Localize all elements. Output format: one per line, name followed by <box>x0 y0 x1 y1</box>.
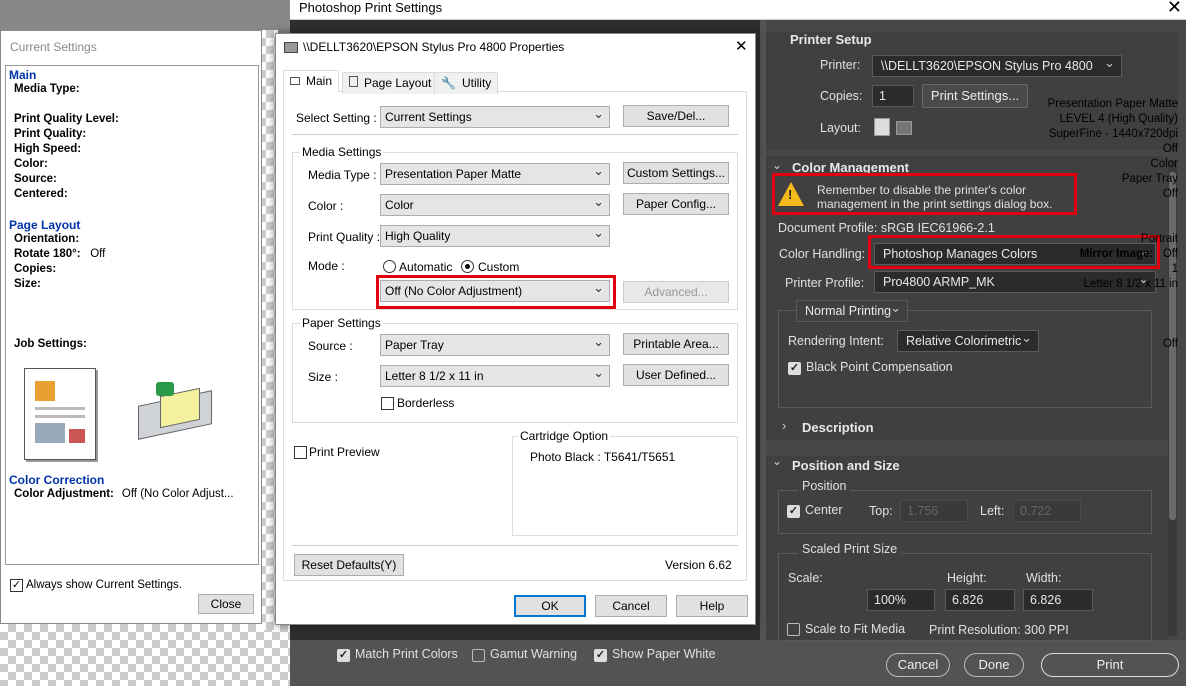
borderless-checkbox[interactable] <box>381 397 394 410</box>
reset-defaults-button[interactable]: Reset Defaults(Y) <box>294 554 404 576</box>
source-label: Source : <box>308 339 353 353</box>
print-resolution: Print Resolution: 300 PPI <box>929 623 1069 637</box>
scale-label: Scale: <box>788 571 823 585</box>
top-label: Top: <box>869 504 893 518</box>
scale-input[interactable]: 100% <box>867 589 935 611</box>
color-combo[interactable]: Color <box>380 194 610 216</box>
size-combo[interactable]: Letter 8 1/2 x 11 in <box>380 365 610 387</box>
mode-label: Mode : <box>308 259 345 273</box>
printable-area-button[interactable]: Printable Area... <box>623 333 729 355</box>
user-defined-button[interactable]: User Defined... <box>623 364 729 386</box>
paper-settings-title: Paper Settings <box>300 316 383 330</box>
match-print-colors-label: Match Print Colors <box>355 647 458 661</box>
save-del-button[interactable]: Save/Del... <box>623 105 729 127</box>
epson-window-title: \\DELLT3620\EPSON Stylus Pro 4800 Proper… <box>303 40 565 54</box>
printer-setup-heading: Printer Setup <box>790 32 872 47</box>
cartridge-value: Photo Black : T5641/T5651 <box>530 450 676 464</box>
printer-select[interactable]: \\DELLT3620\EPSON Stylus Pro 4800 <box>872 55 1122 77</box>
always-show-checkbox[interactable]: ✓ <box>10 579 23 592</box>
select-setting-label: Select Setting : <box>296 111 377 125</box>
current-settings-title: Current Settings <box>10 40 97 54</box>
print-quality-label: Print Quality : <box>308 230 381 244</box>
advanced-button[interactable]: Advanced... <box>623 281 729 303</box>
cancel-button[interactable]: Cancel <box>595 595 667 617</box>
gamut-warning-label: Gamut Warning <box>490 647 578 661</box>
ps-cancel-button[interactable]: Cancel <box>886 653 950 677</box>
position-size-heading[interactable]: Position and Size <box>792 458 900 473</box>
size-label: Size : <box>308 370 339 384</box>
paper-config-button[interactable]: Paper Config... <box>623 193 729 215</box>
chevron-down-icon[interactable]: ⌄ <box>772 454 782 468</box>
media-type-combo[interactable]: Presentation Paper Matte <box>380 163 610 185</box>
cartridge-option-title: Cartridge Option <box>518 429 611 443</box>
printer-icon <box>284 42 298 53</box>
left-input[interactable]: 0.722 <box>1013 500 1081 522</box>
divider <box>292 134 738 135</box>
height-input[interactable]: 6.826 <box>945 589 1015 611</box>
page-layout-heading: Page Layout <box>9 218 81 232</box>
tab-utility[interactable]: 🔧 Utility <box>434 72 499 94</box>
main-tab-icon <box>290 77 300 85</box>
automatic-radio[interactable] <box>383 260 396 273</box>
description-heading[interactable]: Description <box>802 420 874 435</box>
borderless-label: Borderless <box>397 396 455 410</box>
color-correction-heading: Color Correction <box>9 473 105 487</box>
wrench-icon: 🔧 <box>441 76 456 90</box>
divider <box>292 545 738 546</box>
automatic-label: Automatic <box>399 260 453 274</box>
custom-settings-button[interactable]: Custom Settings... <box>623 162 729 184</box>
bpc-checkbox[interactable]: ✓ <box>788 362 801 375</box>
media-settings-title: Media Settings <box>300 145 384 159</box>
normal-printing-select[interactable]: Normal Printing <box>796 300 908 322</box>
printer-label: Printer: <box>820 58 861 72</box>
version-label: Version 6.62 <box>665 558 732 572</box>
custom-radio[interactable] <box>461 260 474 273</box>
top-input[interactable]: 1.756 <box>900 500 968 522</box>
print-preview-checkbox[interactable] <box>294 446 307 459</box>
photoshop-titlebar: Photoshop Print Settings ✕ <box>290 0 1186 20</box>
scale-to-fit-checkbox[interactable] <box>787 623 800 636</box>
left-label: Left: <box>980 504 1005 518</box>
custom-label: Custom <box>478 260 520 274</box>
ok-button[interactable]: OK <box>514 595 586 617</box>
select-setting-combo[interactable]: Current Settings <box>380 106 610 128</box>
bpc-label: Black Point Compensation <box>806 360 953 374</box>
match-print-colors-checkbox[interactable]: ✓ <box>337 649 350 662</box>
height-label: Height: <box>947 571 987 585</box>
media-type-label: Media Type : <box>308 168 377 182</box>
scale-to-fit-label: Scale to Fit Media <box>805 622 906 636</box>
show-paper-white-label: Show Paper White <box>612 647 716 661</box>
center-label: Center <box>805 503 843 517</box>
tab-page-layout[interactable]: Page Layout <box>342 72 439 94</box>
width-label: Width: <box>1026 571 1062 585</box>
mode-highlight <box>376 275 616 309</box>
rendering-box <box>778 310 1152 408</box>
print-quality-combo[interactable]: High Quality <box>380 225 610 247</box>
center-checkbox[interactable]: ✓ <box>787 505 800 518</box>
scaled-size-label: Scaled Print Size <box>798 542 902 556</box>
printer-illustration <box>134 378 216 450</box>
print-preview-label: Print Preview <box>309 445 380 459</box>
photoshop-title: Photoshop Print Settings <box>299 0 443 15</box>
width-input[interactable]: 6.826 <box>1023 589 1093 611</box>
tab-main[interactable]: Main <box>283 70 340 92</box>
color-label: Color : <box>308 199 344 213</box>
close-button[interactable]: Close <box>198 594 254 614</box>
close-icon[interactable]: ✕ <box>1167 0 1182 18</box>
main-heading: Main <box>9 68 37 82</box>
help-button[interactable]: Help <box>676 595 748 617</box>
ps-done-button[interactable]: Done <box>964 653 1024 677</box>
document-thumbnail <box>24 368 96 460</box>
gamut-warning-checkbox[interactable] <box>472 649 485 662</box>
chevron-right-icon[interactable]: › <box>782 418 786 433</box>
show-paper-white-checkbox[interactable]: ✓ <box>594 649 607 662</box>
page-layout-tab-icon <box>349 76 358 87</box>
always-show-label: Always show Current Settings. <box>26 579 182 591</box>
close-icon[interactable]: ✕ <box>735 37 748 55</box>
ps-print-button[interactable]: Print <box>1041 653 1179 677</box>
source-combo[interactable]: Paper Tray <box>380 334 610 356</box>
